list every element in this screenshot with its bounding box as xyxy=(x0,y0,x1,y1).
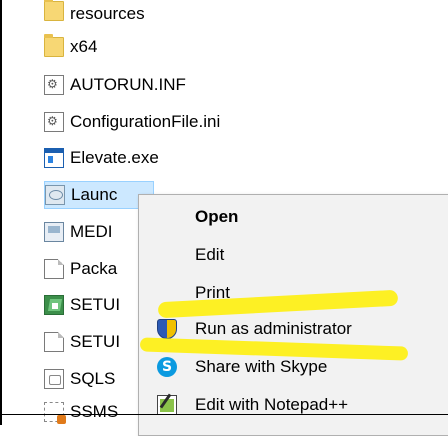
menu-item-run-as-administrator[interactable]: Run as administrator xyxy=(195,319,352,339)
exe-icon xyxy=(44,148,64,168)
file-item-x64[interactable]: x64 xyxy=(44,33,434,61)
file-name: SQLS xyxy=(70,369,116,388)
file-name: resources xyxy=(70,4,145,23)
menu-item-edit[interactable]: Edit xyxy=(195,245,224,265)
blank-file-icon xyxy=(44,259,64,279)
file-name: SSMS xyxy=(70,402,119,421)
image-file-icon xyxy=(45,185,65,205)
file-name: Packa xyxy=(70,259,118,278)
file-name: MEDI xyxy=(70,222,113,241)
menu-item-edit-with-notepadpp[interactable]: Edit with Notepad++ xyxy=(195,395,348,415)
file-name: Launc xyxy=(71,185,118,204)
file-explorer-window: resources x64 AUTORUN.INF ConfigurationF… xyxy=(0,0,448,436)
window-border xyxy=(0,0,2,425)
notepadpp-icon xyxy=(157,395,177,415)
skype-icon: S xyxy=(157,357,177,377)
file-item-autorun[interactable]: AUTORUN.INF xyxy=(44,71,434,99)
file-name: SETUI xyxy=(70,332,121,351)
ssms-icon xyxy=(44,402,66,424)
folder-icon xyxy=(44,0,64,21)
file-name: Elevate.exe xyxy=(70,148,159,167)
file-item-elevate[interactable]: Elevate.exe xyxy=(44,144,434,172)
menu-item-open[interactable]: Open xyxy=(195,207,238,227)
setup-icon xyxy=(44,295,64,315)
file-name: ConfigurationFile.ini xyxy=(70,112,221,131)
file-name: SETUI xyxy=(70,295,121,314)
file-item-configurationfile[interactable]: ConfigurationFile.ini xyxy=(44,108,434,136)
file-name: AUTORUN.INF xyxy=(70,75,186,94)
blank-file-icon xyxy=(44,332,64,352)
sql-setup-icon xyxy=(44,369,64,389)
file-name: x64 xyxy=(70,37,98,56)
window-bottom-border xyxy=(0,414,448,415)
menu-item-share-with-skype[interactable]: Share with Skype xyxy=(195,357,327,377)
media-info-icon xyxy=(44,222,64,242)
file-item-resources[interactable]: resources xyxy=(44,0,434,28)
config-file-icon xyxy=(44,75,64,95)
uac-shield-icon xyxy=(157,319,177,339)
folder-icon xyxy=(44,34,64,57)
config-file-icon xyxy=(44,112,64,132)
